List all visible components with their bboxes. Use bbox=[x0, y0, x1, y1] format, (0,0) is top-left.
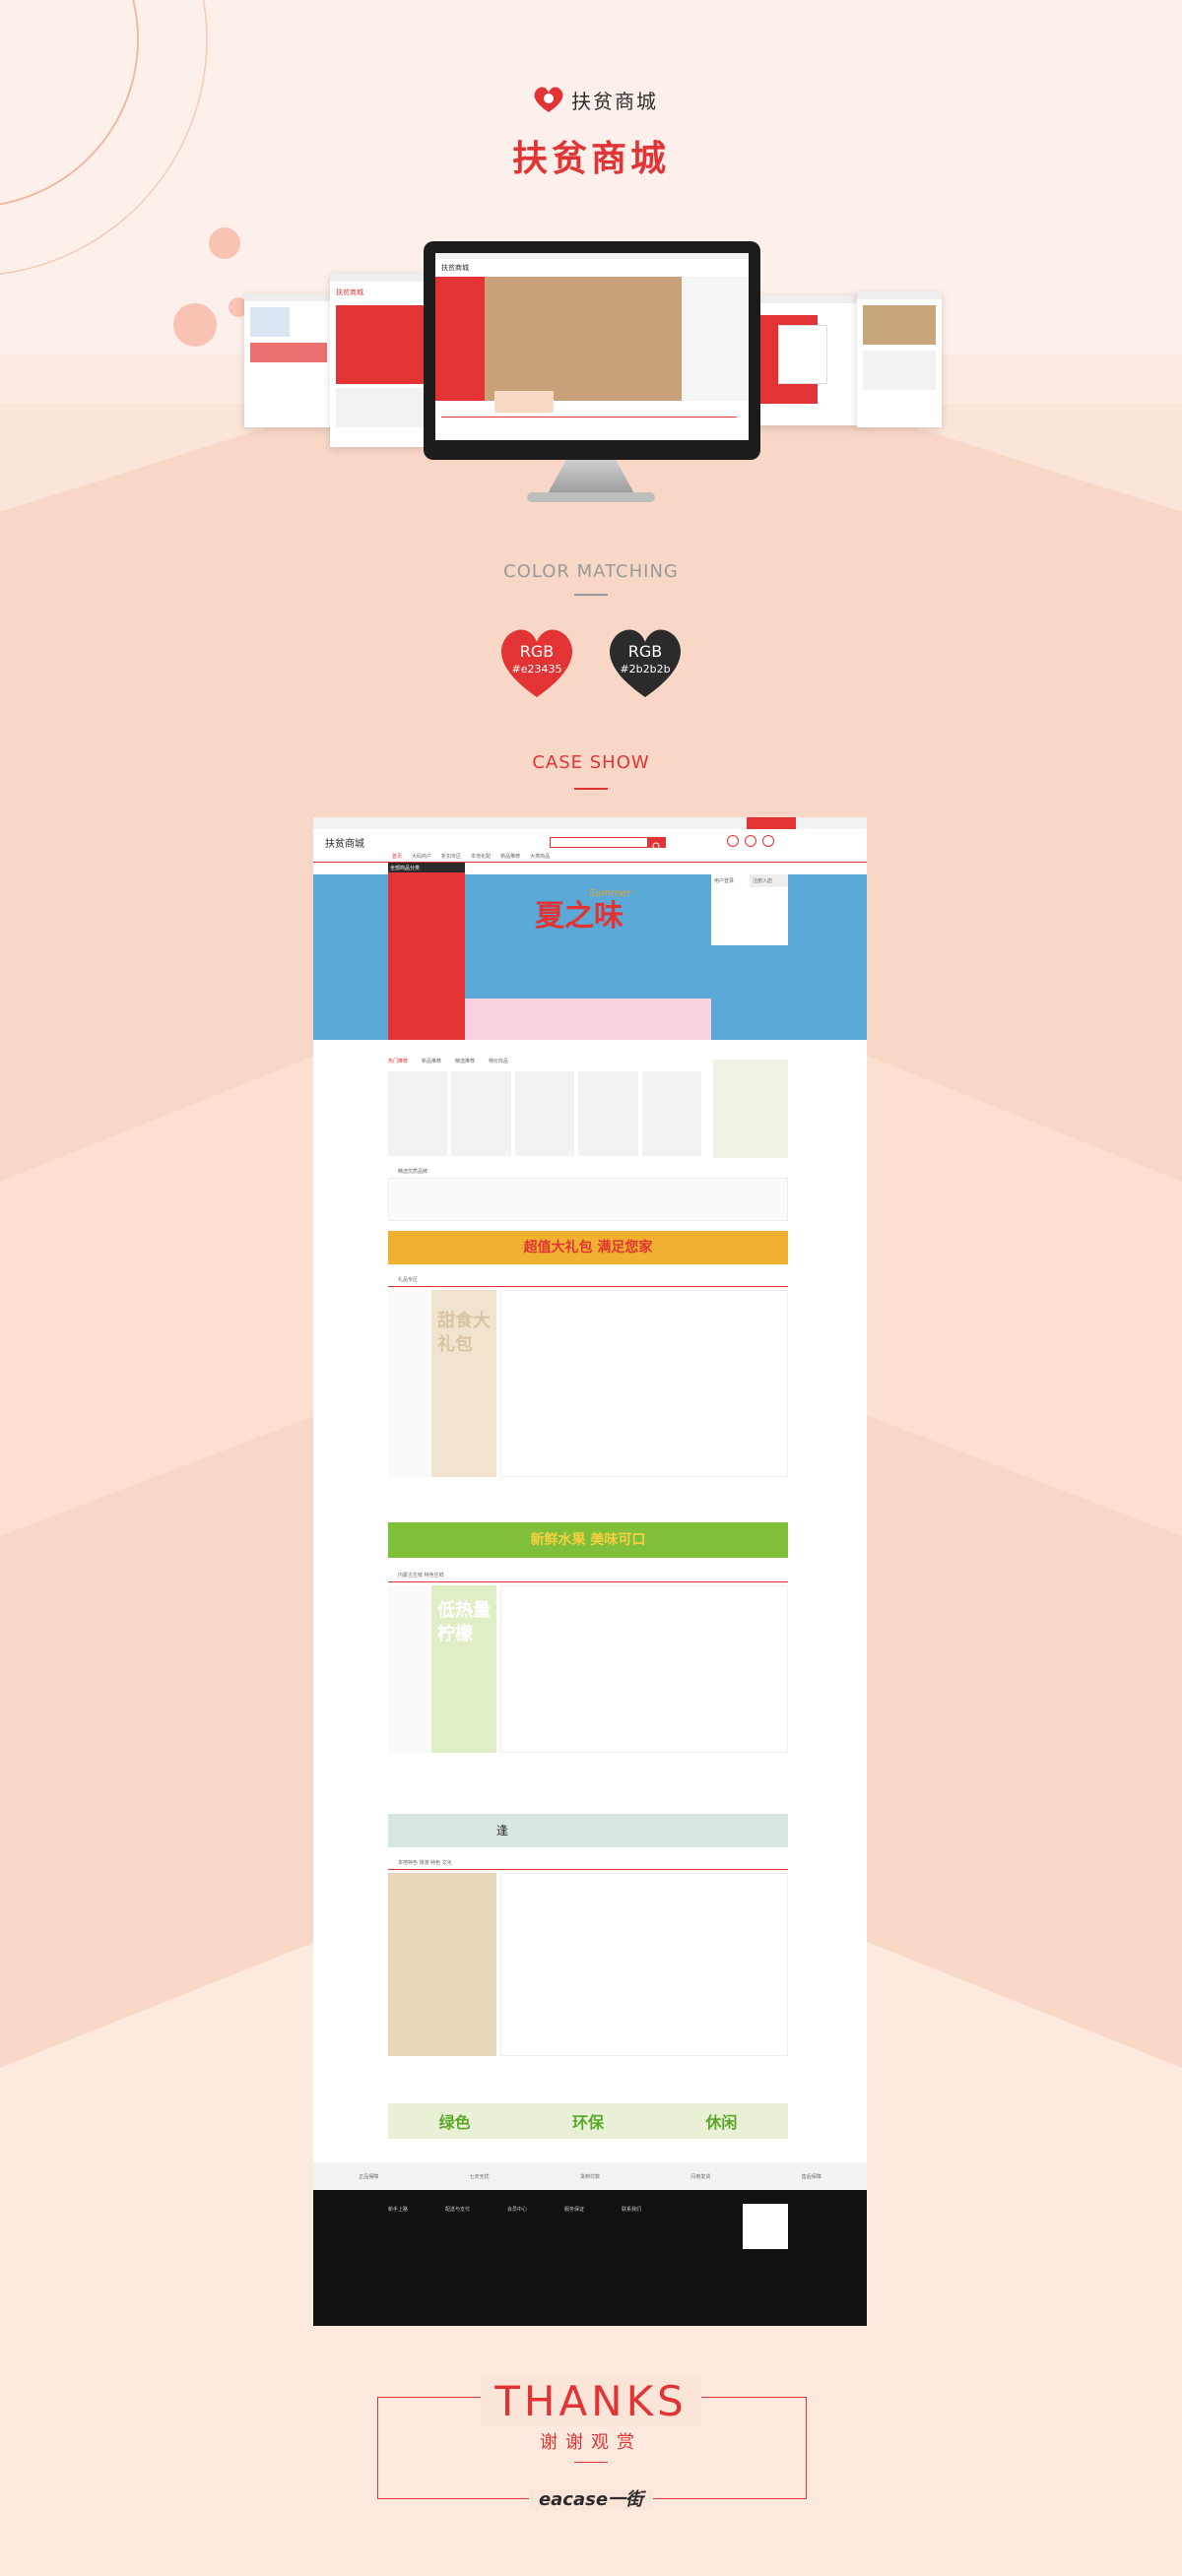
product-card[interactable] bbox=[451, 1071, 511, 1156]
brand-section-title: 精选优质品牌 bbox=[398, 1169, 428, 1175]
nav-item[interactable]: 本地化配 bbox=[471, 853, 491, 860]
hot-product-row bbox=[388, 1071, 702, 1156]
nav-item[interactable]: 新品推荐 bbox=[500, 853, 520, 860]
promo-word: 绿色 bbox=[438, 2113, 471, 2132]
thanks-rule bbox=[574, 2462, 608, 2463]
floor2-category-list[interactable] bbox=[388, 1585, 431, 1753]
case-show-rule bbox=[574, 788, 608, 790]
promo-banner-gift[interactable]: 超值大礼包 满足您家 bbox=[388, 1231, 788, 1264]
footer-column-title: 配送与支付 bbox=[445, 2207, 471, 2213]
product-card[interactable] bbox=[641, 1071, 702, 1156]
hot-tab[interactable]: 热门推荐 bbox=[388, 1058, 408, 1064]
hot-tab[interactable]: 新品推荐 bbox=[422, 1058, 441, 1064]
thanks-subtitle: 谢谢观赏 bbox=[540, 2432, 642, 2453]
brand-logo-grid[interactable] bbox=[388, 1178, 788, 1221]
swatch-red-hex: #e23435 bbox=[511, 663, 562, 676]
promo-banner-green[interactable]: 绿色 环保 休闲 bbox=[388, 2103, 788, 2139]
monitor-base bbox=[527, 492, 655, 502]
floor1-category-list[interactable] bbox=[388, 1290, 431, 1477]
site-search-button[interactable] bbox=[648, 837, 666, 851]
brand-logo-text: 扶贫商城 bbox=[571, 89, 658, 113]
monitor-frame: 扶贫商城 bbox=[424, 241, 760, 460]
site-nav: 首页 大码商户 折扣专区 本地化配 新品推荐 大类商品 bbox=[392, 853, 550, 860]
side-promo[interactable] bbox=[713, 1060, 788, 1158]
category-header: 全部商品分类 bbox=[388, 863, 465, 872]
footer-column-title: 联系我们 bbox=[622, 2207, 642, 2213]
hot-tab[interactable]: 特价商品 bbox=[489, 1058, 508, 1064]
footer-column-title: 新手上路 bbox=[388, 2207, 409, 2213]
thanks-title-text: THANKS bbox=[481, 2377, 701, 2425]
banner-script: Summer bbox=[589, 888, 631, 899]
banner-promo-strip[interactable] bbox=[465, 998, 711, 1040]
case-show-label: CASE SHOW bbox=[532, 752, 650, 773]
color-matching-rule bbox=[574, 594, 608, 596]
search-icon bbox=[652, 842, 661, 851]
nav-item[interactable]: 大码商户 bbox=[412, 853, 431, 860]
user-icon[interactable] bbox=[745, 835, 756, 847]
brand-title: 扶贫商城 bbox=[511, 139, 670, 179]
floor3-products[interactable] bbox=[500, 1873, 788, 2056]
hot-tabs: 热门推荐 新品推荐 精选推荐 特价商品 bbox=[388, 1058, 508, 1064]
promo-word: 环保 bbox=[571, 2113, 604, 2132]
service-item: 闪电发货 bbox=[690, 2173, 711, 2180]
preview-screen-left: 扶贫商城 bbox=[330, 274, 438, 447]
signature: eacase一街 bbox=[0, 2485, 1182, 2511]
phone-icon[interactable] bbox=[727, 835, 739, 847]
category-menu[interactable] bbox=[388, 872, 465, 1040]
swatch-heart-red bbox=[500, 629, 573, 697]
site-logo: 扶贫商城 bbox=[325, 839, 364, 850]
brand-logo: 扶贫商城 bbox=[532, 85, 658, 114]
site-search-input[interactable] bbox=[550, 837, 648, 848]
swatch-dark-hex: #2b2b2b bbox=[620, 663, 671, 676]
swatch-dark-name: RGB bbox=[627, 642, 663, 661]
site-header-icons bbox=[727, 835, 774, 847]
promo-banner-travel[interactable]: 逢 bbox=[388, 1814, 788, 1847]
nav-item[interactable]: 大类商品 bbox=[530, 853, 550, 860]
nav-item[interactable]: 折扣专区 bbox=[441, 853, 461, 860]
floor2-products[interactable] bbox=[500, 1585, 788, 1753]
product-card[interactable] bbox=[388, 1071, 448, 1156]
floor1-products[interactable] bbox=[500, 1290, 788, 1477]
swatch-red-name: RGB bbox=[519, 642, 555, 661]
site-footer: 新手上路 配送与支付 会员中心 服务保证 联系我们 bbox=[313, 2190, 867, 2326]
monitor-screen: 扶贫商城 bbox=[435, 253, 749, 440]
preview-screen-left-far bbox=[244, 293, 333, 427]
presentation-page: 扶贫商城 扶贫商城 扶贫商城 扶贫商城 COLOR MATCHING RGB #… bbox=[0, 0, 1182, 2576]
footer-column-title: 会员中心 bbox=[507, 2207, 528, 2213]
login-box: 用户登录 注册入店 bbox=[711, 874, 788, 945]
swatch-heart-dark bbox=[609, 629, 682, 697]
product-card[interactable] bbox=[514, 1071, 575, 1156]
floor1-ad[interactable]: 甜食大礼包 bbox=[431, 1290, 496, 1477]
thanks-title: THANKS bbox=[0, 2377, 1182, 2425]
floor2-title: 内蒙古生鲜 特色生鲜 bbox=[398, 1573, 444, 1578]
floor3-map-ad[interactable] bbox=[388, 1873, 496, 2056]
preview-screen-right-far bbox=[857, 291, 942, 427]
promo-banner-fruit[interactable]: 新鲜水果 美味可口 bbox=[388, 1522, 788, 1558]
nav-item[interactable]: 首页 bbox=[392, 853, 402, 860]
floor3-title: 本地特色 旅游 特色 文化 bbox=[398, 1860, 452, 1866]
website-screenshot: 扶贫商城 首页 大码商户 折扣专区 本地化配 新品推荐 大类商品 全部商品分类 … bbox=[313, 817, 867, 2326]
service-item: 正品保障 bbox=[359, 2173, 379, 2180]
product-card[interactable] bbox=[578, 1071, 638, 1156]
site-cart-button[interactable] bbox=[747, 817, 796, 829]
preview-screen-right bbox=[749, 295, 862, 425]
service-item: 售后保障 bbox=[801, 2173, 821, 2180]
heart-logo-icon bbox=[534, 87, 563, 112]
footer-columns: 新手上路 配送与支付 会员中心 服务保证 联系我们 bbox=[388, 2206, 641, 2213]
floor2-ad[interactable]: 低热量柠檬 bbox=[431, 1585, 496, 1753]
register-tab[interactable]: 注册入店 bbox=[750, 874, 788, 887]
promo-word: 休闲 bbox=[705, 2113, 738, 2132]
service-bar: 正品保障 七天无忧 货到付款 闪电发货 售后保障 bbox=[313, 2162, 867, 2190]
service-item: 货到付款 bbox=[579, 2173, 600, 2180]
color-matching-label: COLOR MATCHING bbox=[503, 561, 679, 582]
qr-code bbox=[743, 2204, 788, 2249]
floor1-title: 礼品专区 bbox=[398, 1277, 419, 1283]
signature-text: eacase一街 bbox=[528, 2489, 654, 2510]
service-item: 七天无忧 bbox=[469, 2173, 490, 2180]
hot-tab[interactable]: 精选推荐 bbox=[455, 1058, 475, 1064]
login-tab[interactable]: 用户登录 bbox=[711, 874, 750, 887]
footer-column-title: 服务保证 bbox=[564, 2207, 585, 2213]
cart-icon[interactable] bbox=[762, 835, 774, 847]
